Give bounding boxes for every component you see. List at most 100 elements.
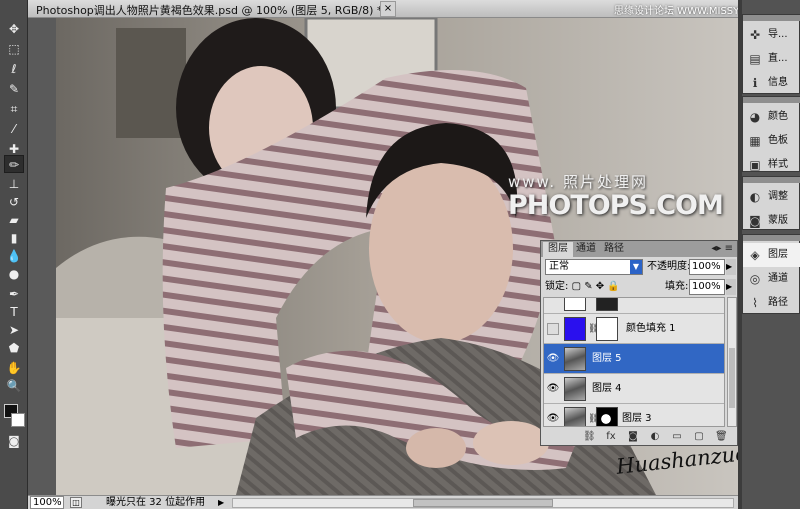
dock-item-layers[interactable]: ◈ 图层	[743, 243, 800, 267]
layer-row-color-fill[interactable]: ⛓ 颜色填充 1	[544, 314, 724, 344]
path-select-tool-icon[interactable]: ➤	[4, 321, 24, 339]
layer-thumbnail	[564, 298, 586, 311]
dock-item-styles[interactable]: ▣ 样式	[743, 153, 800, 177]
dock-item-label: 调整	[768, 191, 788, 202]
layers-panel: 图层 通道 路径 ◂▸ ≡ 正常 ▼ 不透明度: 100% ▶ 锁定: ▢ ✎ …	[540, 240, 738, 446]
eye-icon[interactable]: 👁	[546, 382, 560, 396]
opacity-label: 不透明度:	[647, 261, 691, 272]
eye-icon[interactable]: 👁	[546, 412, 560, 426]
blur-tool-icon[interactable]: 💧	[4, 247, 24, 265]
blend-mode-select[interactable]: 正常 ▼	[545, 259, 643, 275]
panel-dock: ✜ 导... ▤ 直... ℹ 信息 ◕ 颜色 ▦ 色板 ▣ 样式 ◐ 调整 ◙ 蒙版 ◈ 图层 ◎ 通道 ⌇ 路径	[742, 0, 800, 509]
pen-tool-icon[interactable]: ✒	[4, 285, 24, 303]
dock-item-label: 颜色	[768, 111, 788, 122]
brush-tool-icon[interactable]: ✏	[4, 155, 24, 173]
opacity-arrow-icon[interactable]: ▶	[726, 259, 736, 275]
dock-item-channels[interactable]: ◎ 通道	[743, 267, 800, 291]
layer-row-partial[interactable]	[544, 298, 724, 314]
panel-menu-icon[interactable]: ◂▸ ≡	[711, 243, 733, 254]
new-layer-icon[interactable]: ▢	[693, 431, 705, 443]
info-icon: ℹ	[752, 76, 758, 90]
eye-icon[interactable]: 👁	[546, 352, 560, 366]
dock-item-label: 图层	[768, 249, 788, 260]
dock-item-label: 直...	[768, 53, 788, 64]
status-message: 曝光只在 32 位起作用	[106, 497, 206, 508]
add-mask-icon[interactable]: ◙	[627, 431, 639, 443]
move-tool-icon[interactable]: ✥	[4, 20, 24, 38]
close-document-button[interactable]: ×	[380, 1, 396, 17]
dock-item-masks[interactable]: ◙ 蒙版	[743, 209, 800, 233]
shape-tool-icon[interactable]: ⬟	[4, 339, 24, 357]
horizontal-scroll-thumb[interactable]	[413, 499, 553, 507]
marquee-tool-icon[interactable]: ⬚	[4, 40, 24, 58]
type-tool-icon[interactable]: T	[4, 303, 24, 321]
adjustments-icon: ◐	[749, 190, 761, 204]
fill-label: 填充:	[665, 281, 689, 292]
dock-item-label: 信息	[768, 77, 788, 88]
zoom-tool-icon[interactable]: 🔍	[4, 377, 24, 395]
document-title[interactable]: Photoshop调出人物照片黄褐色效果.psd @ 100% (图层 5, R…	[36, 2, 382, 18]
photo-watermark-line2: PHOTOPS.COM	[508, 190, 724, 221]
background-color-swatch[interactable]	[11, 413, 25, 427]
crop-tool-icon[interactable]: ⌗	[4, 100, 24, 118]
lasso-tool-icon[interactable]: ℓ	[4, 60, 24, 78]
lock-row: 锁定: ▢ ✎ ✥ 🔒	[545, 281, 620, 293]
paths-icon: ⌇	[752, 296, 758, 310]
chevron-down-icon: ▼	[630, 260, 642, 274]
quick-mask-icon[interactable]: ◙	[4, 432, 24, 450]
dodge-tool-icon[interactable]: ●	[4, 265, 24, 283]
dock-item-label: 通道	[768, 273, 788, 284]
tab-paths[interactable]: 路径	[599, 242, 629, 257]
link-layers-icon[interactable]: ⛓	[583, 431, 596, 443]
layer-mask-thumbnail	[596, 317, 618, 341]
color-icon: ◕	[749, 110, 761, 124]
layer-mask-thumbnail	[596, 407, 618, 426]
channels-icon: ◎	[749, 272, 761, 286]
dock-item-color[interactable]: ◕ 颜色	[743, 105, 800, 129]
layer-thumbnail	[564, 347, 586, 371]
photo-watermark-line1: www. 照片处理网	[508, 173, 648, 191]
visibility-toggle-off[interactable]	[547, 323, 559, 335]
history-brush-tool-icon[interactable]: ↺	[4, 193, 24, 211]
horizontal-scrollbar[interactable]	[232, 498, 734, 508]
quick-select-tool-icon[interactable]: ✎	[4, 80, 24, 98]
eyedropper-tool-icon[interactable]: ⁄	[4, 120, 24, 138]
delete-layer-icon[interactable]: 🗑	[715, 431, 728, 443]
layer-list: ⛓ 颜色填充 1 👁 图层 5 👁 图层 4 👁 ⛓ 图层 3	[543, 297, 725, 427]
dock-group-layers: ◈ 图层 ◎ 通道 ⌇ 路径	[742, 234, 800, 314]
layers-bottom-toolbar: ⛓ fx ◙ ◐ ▭ ▢ 🗑	[543, 429, 737, 445]
fill-field[interactable]: 100%	[689, 279, 725, 295]
lock-icons[interactable]: ▢ ✎ ✥ 🔒	[572, 281, 620, 292]
dock-item-navigator[interactable]: ✜ 导...	[743, 23, 800, 47]
layer-row-layer4[interactable]: 👁 图层 4	[544, 374, 724, 404]
layers-icon: ◈	[750, 248, 760, 262]
layer-name: 颜色填充 1	[626, 323, 676, 334]
opacity-field[interactable]: 100%	[689, 259, 725, 275]
layer-name: 图层 4	[592, 383, 622, 394]
stamp-tool-icon[interactable]: ⊥	[4, 175, 24, 193]
layers-scroll-thumb[interactable]	[729, 348, 735, 408]
dock-item-swatches[interactable]: ▦ 色板	[743, 129, 800, 153]
tab-layers[interactable]: 图层	[543, 242, 573, 257]
adjustment-layer-icon[interactable]: ◐	[649, 431, 661, 443]
dock-item-adjustments[interactable]: ◐ 调整	[743, 185, 800, 209]
layer-row-layer3[interactable]: 👁 ⛓ 图层 3	[544, 404, 724, 426]
tab-channels[interactable]: 通道	[571, 242, 601, 257]
dock-item-histogram[interactable]: ▤ 直...	[743, 47, 800, 71]
hand-tool-icon[interactable]: ✋	[4, 359, 24, 377]
layers-scrollbar[interactable]	[727, 297, 737, 427]
gradient-tool-icon[interactable]: ▮	[4, 229, 24, 247]
document-info-icon[interactable]: ◫	[70, 497, 82, 508]
new-group-icon[interactable]: ▭	[671, 431, 683, 443]
fill-arrow-icon[interactable]: ▶	[726, 279, 736, 295]
layer-thumbnail	[564, 377, 586, 401]
dock-group-adjustments: ◐ 调整 ◙ 蒙版	[742, 176, 800, 230]
dock-item-info[interactable]: ℹ 信息	[743, 71, 800, 95]
layer-name: 图层 5	[592, 353, 622, 364]
dock-item-paths[interactable]: ⌇ 路径	[743, 291, 800, 315]
layer-style-icon[interactable]: fx	[605, 431, 617, 443]
eraser-tool-icon[interactable]: ▰	[4, 211, 24, 229]
zoom-field[interactable]: 100%	[30, 496, 64, 509]
status-menu-arrow-icon[interactable]: ▶	[218, 497, 228, 508]
layer-row-layer5[interactable]: 👁 图层 5	[544, 344, 724, 374]
